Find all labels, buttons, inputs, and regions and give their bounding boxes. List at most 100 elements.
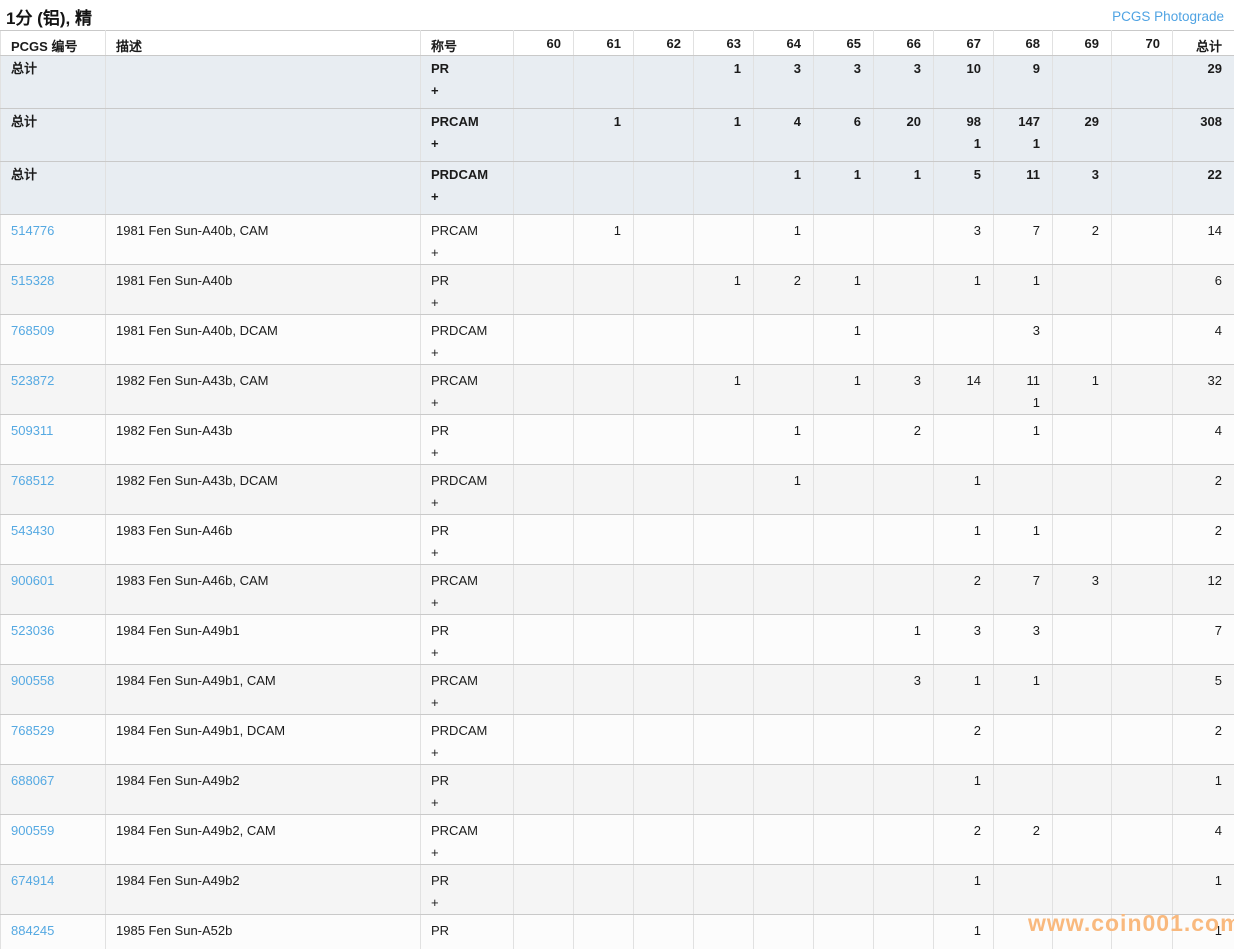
grade-cell-67-value: 1 xyxy=(973,473,981,488)
grade-cell-66: 2 xyxy=(873,414,934,465)
pcgs-number-link[interactable]: 674914 xyxy=(11,873,54,888)
grade-cell-60 xyxy=(513,161,574,215)
total-cell-value: 1 xyxy=(1214,873,1222,888)
designation-cell: PRCAM + xyxy=(420,108,514,162)
pcgs-number-link[interactable]: 900601 xyxy=(11,573,54,588)
description-cell-value: 1981 Fen Sun-A40b xyxy=(116,273,233,288)
total-cell-value: 22 xyxy=(1207,167,1222,182)
pcgs-number-link[interactable]: 900559 xyxy=(11,823,54,838)
pcgs-number-link[interactable]: 884245 xyxy=(11,923,54,938)
description-cell-value: 1984 Fen Sun-A49b1 xyxy=(116,623,240,638)
pcgs-number-link[interactable]: 688067 xyxy=(11,773,54,788)
designation-cell-value: PRDCAM xyxy=(431,473,488,488)
grade-cell-64-value xyxy=(764,822,801,840)
pcgs-number-link[interactable]: 509311 xyxy=(11,423,53,438)
designation-cell: PRCAM + xyxy=(420,814,514,865)
description-cell-value: 1982 Fen Sun-A43b xyxy=(116,423,233,438)
col-header-grade-66: 66 xyxy=(873,30,934,56)
total-cell: 22 xyxy=(1172,161,1234,215)
total-cell: 5 xyxy=(1172,664,1234,715)
col-header-grade-60: 60 xyxy=(513,30,574,56)
col-header-grade-63: 63 xyxy=(693,30,754,56)
pcgs-number-cell-value: 768509 xyxy=(11,322,93,340)
grade-cell-64-value xyxy=(764,922,801,940)
grade-cell-61-value xyxy=(584,166,621,184)
grade-cell-68: 1 xyxy=(993,664,1053,715)
total-cell-value: 1 xyxy=(1214,773,1222,788)
table-row-523872: 523872 1982 Fen Sun-A43b, CAM PRCAM +1 1 3 14 1… xyxy=(0,364,1234,415)
pcgs-number-link[interactable]: 768509 xyxy=(11,323,54,338)
grade-cell-61-value xyxy=(584,822,621,840)
designation-cell-plus-value: + xyxy=(431,445,439,460)
pcgs-number-link[interactable]: 900558 xyxy=(11,673,54,688)
grade-cell-70-value xyxy=(1122,672,1160,690)
pcgs-number-link[interactable]: 523036 xyxy=(11,623,54,638)
grade-cell-64 xyxy=(753,614,814,665)
pcgs-number-cell: 768509 xyxy=(0,314,106,365)
grade-cell-62-value xyxy=(644,372,681,390)
description-cell-value: 1981 Fen Sun-A40b, DCAM xyxy=(116,323,278,338)
grade-cell-66 xyxy=(873,714,934,765)
grade-cell-60-value xyxy=(524,322,561,340)
pcgs-number-link[interactable]: 514776 xyxy=(11,223,54,238)
grade-cell-63 xyxy=(693,564,754,615)
designation-cell-plus-value: + xyxy=(431,545,439,560)
pcgs-number-cell: 509311 xyxy=(0,414,106,465)
pcgs-number-link[interactable]: 768529 xyxy=(11,723,54,738)
grade-cell-68: 1 xyxy=(993,414,1053,465)
grade-cell-60 xyxy=(513,764,574,815)
col-header-grade-67: 67 xyxy=(933,30,994,56)
grade-cell-66-value xyxy=(884,272,921,290)
summary-label: 总计 xyxy=(0,55,106,109)
summary-description-value xyxy=(116,60,408,78)
total-cell-value: 2 xyxy=(1214,523,1222,538)
photograde-link[interactable]: PCGS Photograde xyxy=(1112,9,1224,24)
grade-cell-63-value xyxy=(704,472,741,490)
description-cell-value: 1982 Fen Sun-A43b, CAM xyxy=(116,373,269,388)
grade-cell-62-value xyxy=(644,572,681,590)
designation-cell-plus-value: + xyxy=(431,395,439,410)
grade-cell-60-value xyxy=(524,922,561,940)
designation-cell-plus-value: + xyxy=(431,595,439,610)
grade-cell-69 xyxy=(1052,664,1112,715)
description-cell: 1982 Fen Sun-A43b, CAM xyxy=(105,364,421,415)
table-row-509311: 509311 1982 Fen Sun-A43b PR +1 2 1 4 xyxy=(0,414,1234,465)
total-cell: 308 xyxy=(1172,108,1234,162)
grade-cell-63 xyxy=(693,714,754,765)
grade-cell-64-value: 1 xyxy=(793,223,801,238)
grade-cell-69-value xyxy=(1063,622,1099,640)
grade-cell-68-value: 1 xyxy=(1032,423,1040,438)
grade-cell-62-value xyxy=(644,722,681,740)
grade-cell-66 xyxy=(873,264,934,315)
summary-label: 总计 xyxy=(0,108,106,162)
grade-cell-62 xyxy=(633,464,694,515)
grade-cell-67-value xyxy=(944,322,981,340)
grade-cell-62-value xyxy=(644,472,681,490)
pcgs-number-link[interactable]: 768512 xyxy=(11,473,54,488)
col-header-grade-65: 65 xyxy=(813,30,874,56)
grade-cell-67: 5 xyxy=(933,161,994,215)
description-cell: 1983 Fen Sun-A46b xyxy=(105,514,421,565)
grade-cell-67: 14 xyxy=(933,364,994,415)
grade-cell-64: 2 xyxy=(753,264,814,315)
grade-cell-67 xyxy=(933,314,994,365)
pcgs-number-link[interactable]: 543430 xyxy=(11,523,54,538)
grade-cell-70-value xyxy=(1122,322,1160,340)
grade-cell-63-value xyxy=(704,722,741,740)
pcgs-number-link[interactable]: 515328 xyxy=(11,273,54,288)
grade-cell-68 xyxy=(993,764,1053,815)
pcgs-number-link[interactable]: 523872 xyxy=(11,373,54,388)
grade-cell-70-value xyxy=(1122,272,1160,290)
grade-cell-60-value xyxy=(524,60,561,78)
description-cell: 1985 Fen Sun-A52b xyxy=(105,914,421,949)
description-cell-value: 1984 Fen Sun-A49b1, DCAM xyxy=(116,723,286,738)
grade-cell-69 xyxy=(1052,914,1112,949)
grade-cell-68-value: 2 xyxy=(1032,823,1040,838)
grade-cell-64 xyxy=(753,364,814,415)
grade-cell-60-value xyxy=(524,722,561,740)
grade-cell-60 xyxy=(513,314,574,365)
grade-cell-69-value xyxy=(1063,722,1099,740)
grade-cell-66-value: 1 xyxy=(913,167,921,182)
grade-cell-66-value xyxy=(884,472,921,490)
designation-cell-plus-value: + xyxy=(431,745,439,760)
